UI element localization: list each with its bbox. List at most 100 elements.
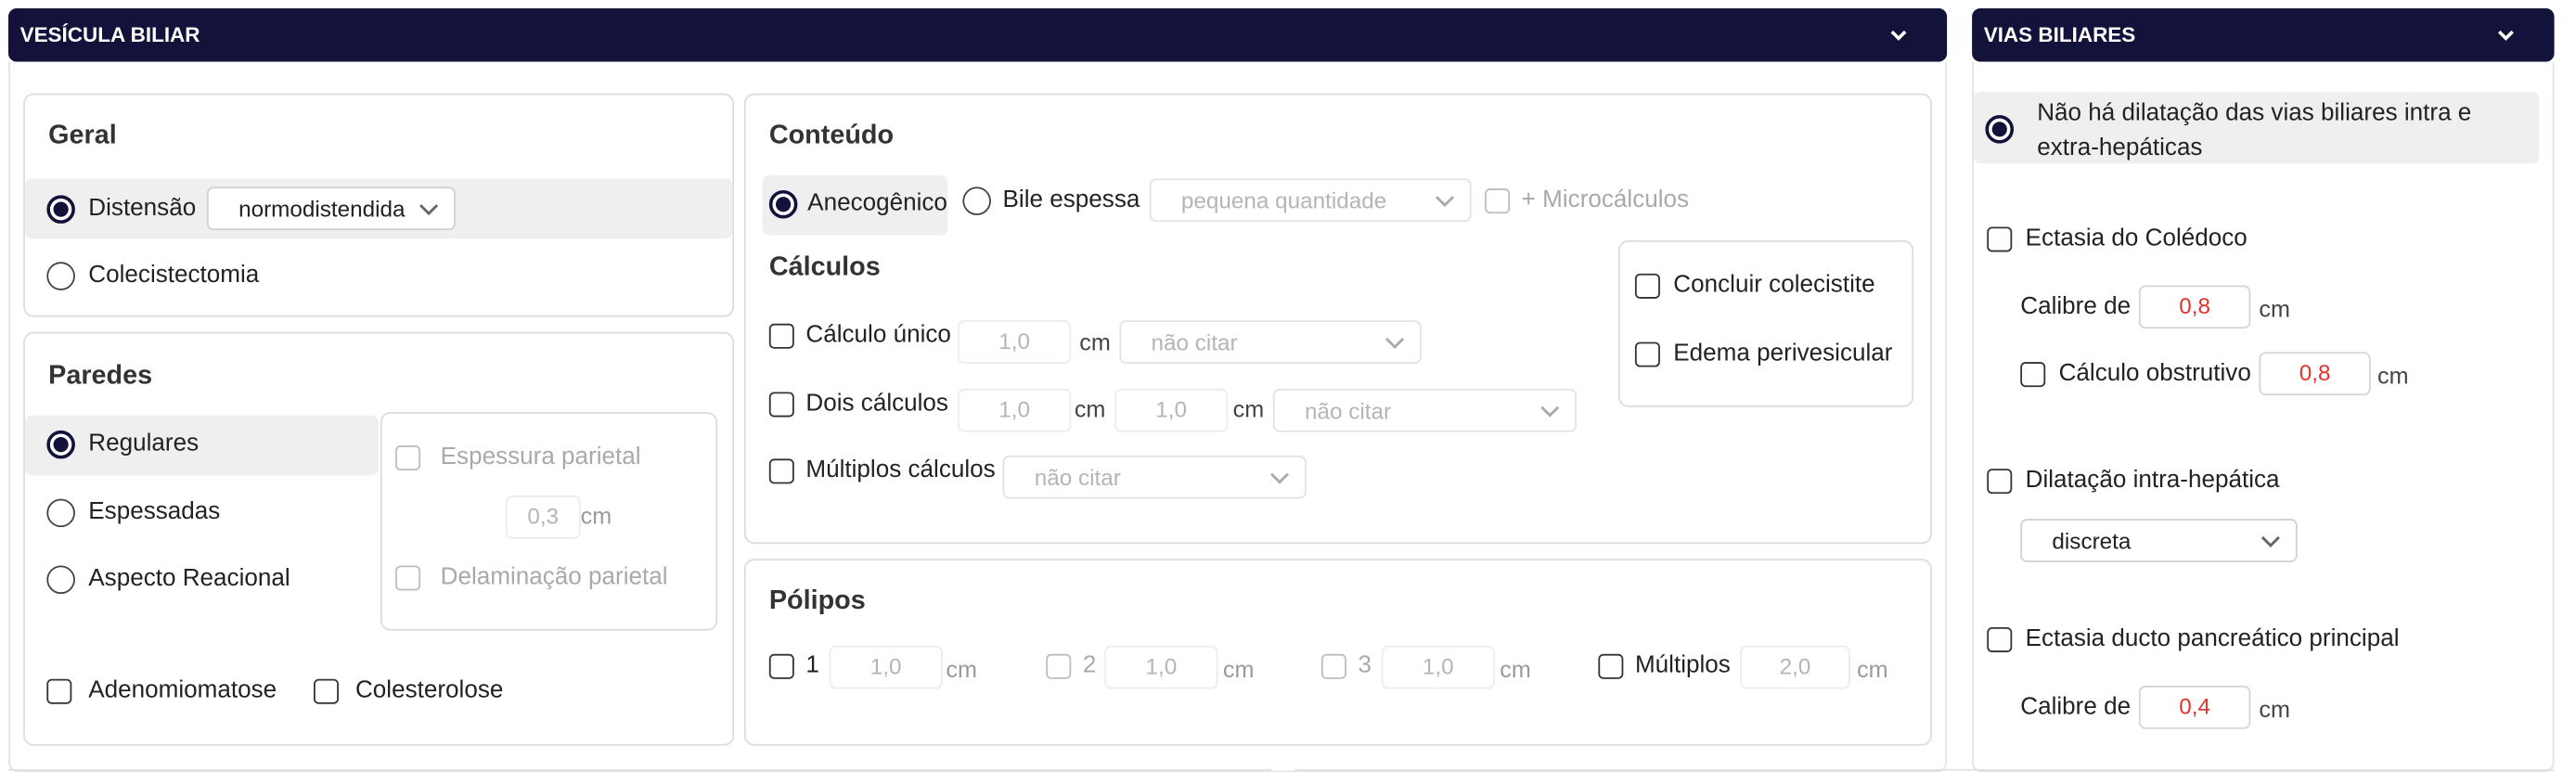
vias-panel [1972,61,2555,772]
dois-calculos-label: Dois cálculos [805,390,948,418]
conteudo-title: Conteúdo [768,122,895,150]
polipo-3-checkbox[interactable] [1320,653,1346,679]
nao-dilatacao-radio[interactable] [1985,115,2015,144]
adenomiomatose-label: Adenomiomatose [88,676,277,704]
calculo-unico-label: Cálculo único [805,321,951,349]
calibre-coledoco-input[interactable]: 0,8 [2138,285,2251,329]
chevron-down-icon [1435,196,1454,208]
bile-espessa-label: Bile espessa [1002,187,1140,214]
nao-dilatacao-label: Não há dilatação das vias biliares intra… [2037,99,2472,162]
dois-calculos-checkbox[interactable] [768,392,794,418]
calculo-unico-select-value: não citar [1151,329,1238,355]
dois-calculos-select-value: não citar [1304,397,1392,423]
bile-quantidade-select[interactable]: pequena quantidade [1149,178,1472,223]
calculo-obstrutivo-input[interactable]: 0,8 [2259,352,2371,396]
dois-calculos-input-1[interactable]: 1,0 [957,388,1072,432]
chevron-down-icon [1385,337,1405,349]
multiplos-calculos-select[interactable]: não citar [1002,455,1307,499]
vias-header[interactable]: VIAS BILIARES [1972,7,2555,62]
polipo-3-input[interactable]: 1,0 [1381,645,1495,689]
ectasia-ducto-checkbox[interactable] [1987,627,2013,652]
concluir-colecistite-checkbox[interactable] [1634,273,1660,299]
colecistectomia-radio[interactable] [46,262,75,290]
vias-header-title: VIAS BILIARES [1983,23,2136,47]
calculo-obstrutivo-label: Cálculo obstrutivo [2058,360,2251,388]
polipo-1-unit: cm [946,655,977,683]
delaminacao-label: Delaminação parietal [440,563,668,591]
vesicula-header-title: VESÍCULA BILIAR [19,23,200,47]
polipo-multiplos-label: Múltiplos [1634,651,1731,679]
polipo-3-unit: cm [1500,655,1531,683]
calculo-unico-input[interactable]: 1,0 [957,320,1072,364]
calculo-unico-select[interactable]: não citar [1119,320,1422,364]
dilatacao-intra-select-value: discreta [2052,528,2132,554]
edema-perivesicular-label: Edema perivesicular [1673,340,1893,367]
chevron-down-icon [2260,535,2280,547]
calculo-unico-checkbox[interactable] [768,323,794,349]
distensao-radio[interactable] [46,195,75,224]
microcalculos-checkbox[interactable] [1485,188,1511,214]
chevron-down-icon [419,204,439,216]
regulares-row-highlight [24,415,380,476]
ectasia-coledoco-label: Ectasia do Colédoco [2025,225,2248,252]
geral-title: Geral [48,122,117,150]
microcalculos-label: + Microcálculos [1521,187,1690,214]
vesicula-header[interactable]: VESÍCULA BILIAR [7,7,1948,62]
ectasia-ducto-label: Ectasia ducto pancreático principal [2025,625,2400,652]
polipo-1-input[interactable]: 1,0 [829,645,943,689]
multiplos-calculos-label: Múltiplos cálculos [805,457,996,484]
calibre-coledoco-unit: cm [2259,295,2290,322]
dilatacao-intra-checkbox[interactable] [1987,469,2013,495]
calibre-ducto-unit: cm [2259,695,2290,723]
polipo-1-checkbox[interactable] [768,653,794,679]
adenomiomatose-checkbox[interactable] [46,678,72,704]
dois-calculos-unit-1: cm [1074,395,1106,422]
distensao-select-value: normodistendida [238,196,406,222]
espessura-parietal-checkbox[interactable] [395,445,421,471]
polipo-1-label: 1 [805,651,819,679]
aspecto-reacional-radio[interactable] [46,565,75,595]
polipo-2-input[interactable]: 1,0 [1104,645,1218,689]
dois-calculos-input-2[interactable]: 1,0 [1114,388,1229,432]
delaminacao-checkbox[interactable] [395,565,421,591]
regulares-radio[interactable] [46,430,75,459]
anecogenico-radio[interactable] [768,189,798,219]
espessadas-radio[interactable] [46,498,75,528]
distensao-select[interactable]: normodistendida [206,187,456,231]
bile-espessa-radio[interactable] [962,187,991,215]
polipo-multiplos-input[interactable]: 2,0 [1740,645,1850,689]
colecistite-subcard [1617,239,1914,407]
polipo-multiplos-unit: cm [1857,655,1888,683]
calculo-obstrutivo-unit: cm [2377,362,2409,389]
calculo-obstrutivo-checkbox[interactable] [2020,362,2046,388]
polipo-multiplos-checkbox[interactable] [1598,653,1624,679]
distensao-label: Distensão [88,195,197,223]
edema-perivesicular-checkbox[interactable] [1634,341,1660,367]
calibre-ducto-label: Calibre de [2020,693,2132,721]
multiplos-calculos-checkbox[interactable] [768,458,794,484]
bottom-divider-right [1294,768,2555,771]
espessura-parietal-label: Espessura parietal [440,444,641,471]
calibre-ducto-input[interactable]: 0,4 [2138,685,2251,729]
dois-calculos-select[interactable]: não citar [1272,388,1578,432]
polipo-2-label: 2 [1082,651,1097,679]
regulares-label: Regulares [88,430,200,457]
dilatacao-intra-label: Dilatação intra-hepática [2025,467,2280,495]
polipo-2-checkbox[interactable] [1046,653,1072,679]
espessura-input[interactable]: 0,3 [505,495,581,539]
chevron-down-icon [1540,405,1560,418]
concluir-colecistite-label: Concluir colecistite [1673,272,1875,299]
colecistectomia-label: Colecistectomia [88,262,260,290]
colesterolose-label: Colesterolose [354,676,504,704]
polipo-2-unit: cm [1222,655,1255,683]
chevron-down-icon [1269,472,1289,484]
dois-calculos-unit-2: cm [1232,395,1265,422]
ectasia-coledoco-checkbox[interactable] [1987,226,2013,252]
dilatacao-intra-select[interactable]: discreta [2020,519,2298,562]
calculo-unico-unit: cm [1079,328,1111,355]
calculos-title: Cálculos [768,253,881,282]
chevron-down-icon[interactable] [1887,23,1910,46]
espessadas-label: Espessadas [88,498,221,526]
chevron-down-icon[interactable] [2494,23,2518,46]
colesterolose-checkbox[interactable] [314,678,339,704]
